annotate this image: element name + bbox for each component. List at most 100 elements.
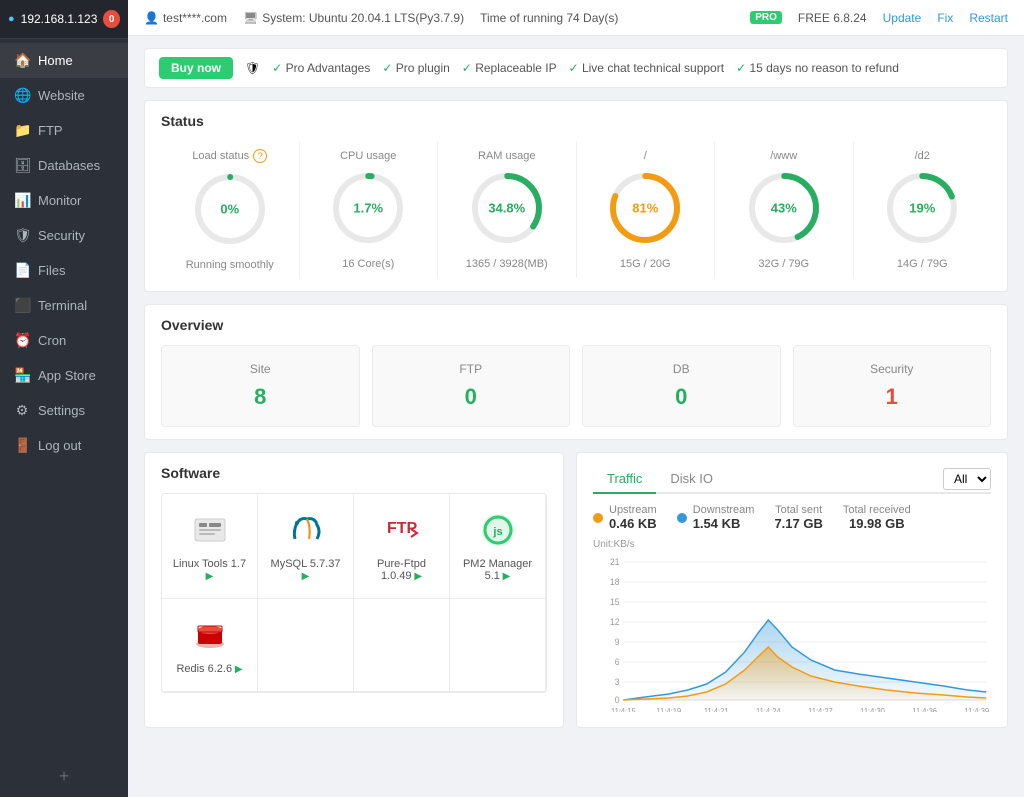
sidebar-item-monitor[interactable]: 📊Monitor [0,183,128,218]
svg-text:11:4:30: 11:4:30 [860,707,885,712]
sidebar-label-0: Home [38,53,73,68]
sidebar-item-files[interactable]: 📄Files [0,253,128,288]
sidebar-item-cron[interactable]: ⏰Cron [0,323,128,358]
svg-text:11:4:15: 11:4:15 [611,707,636,712]
svg-text:FTP: FTP [387,520,418,537]
software-title: Software [161,465,547,481]
legend-upstream: Upstream 0.46 KB [593,504,657,531]
donut-wrap: 0% [190,169,270,249]
overview-card-security[interactable]: Security 1 [793,345,992,427]
downstream-label: Downstream [693,504,755,516]
sidebar-icon-11: 🚪 [14,437,30,454]
status-label: /www [770,150,797,162]
svg-text:11:4:24: 11:4:24 [756,707,781,712]
sidebar-label-9: App Store [38,368,96,383]
svg-text:15: 15 [610,597,620,607]
sidebar-add-button[interactable]: + [0,756,128,797]
sidebar-item-security[interactable]: 🛡Security [0,218,128,253]
buy-now-button[interactable]: Buy now [159,57,233,79]
software-name: Redis 6.2.6 ▶ [176,663,242,675]
overview-title: Overview [161,317,991,333]
traffic-section: Traffic Disk IO All Upstream 0.46 KB [576,452,1008,728]
software-cell[interactable]: FTP Pure-Ftpd 1.0.49 ▶ [354,494,450,599]
donut-value: 43% [771,201,797,216]
donut-wrap: 1.7% [328,168,408,248]
upstream-label: Upstream [609,504,657,516]
sidebar-nav: 🏠Home🌐Website📁FTP🗄Databases📊Monitor🛡Secu… [0,39,128,756]
tab-diskio[interactable]: Disk IO [656,465,727,494]
sidebar-item-ftp[interactable]: 📁FTP [0,113,128,148]
sidebar-item-website[interactable]: 🌐Website [0,78,128,113]
software-name: Pure-Ftpd 1.0.49 ▶ [362,558,441,582]
topbar-user: 👤 test****.com [144,11,227,25]
overview-card-ftp[interactable]: FTP0 [372,345,571,427]
donut-wrap: 81% [605,168,685,248]
software-cell [258,599,354,692]
svg-text:18: 18 [610,577,620,587]
restart-link[interactable]: Restart [969,11,1008,25]
software-cell[interactable]: Redis 6.2.6 ▶ [162,599,258,692]
overview-section: Overview Site8FTP0DB0 Security 1 [144,304,1008,440]
traffic-chart: 21 18 15 12 9 6 3 0 [593,552,991,712]
status-label: RAM usage [478,150,535,162]
sidebar-item-home[interactable]: 🏠Home [0,43,128,78]
sidebar-icon-6: 📄 [14,262,30,279]
card-value: 1 [810,384,975,410]
donut-wrap: 34.8% [467,168,547,248]
traffic-filter-select[interactable]: All [943,468,991,490]
fix-link[interactable]: Fix [937,11,953,25]
svg-text:9: 9 [615,637,620,647]
status-title: Status [161,113,991,129]
pro-icon: 🛡 [245,61,260,75]
overview-card-site[interactable]: Site8 [161,345,360,427]
sidebar-label-4: Monitor [38,193,81,208]
software-name: Linux Tools 1.7 ▶ [170,558,249,582]
pro-advantage-1: Pro Advantages [272,61,370,75]
software-cell [450,599,546,692]
sidebar-icon-5: 🛡 [14,227,30,244]
info-icon[interactable]: ? [253,149,267,163]
sidebar-item-log-out[interactable]: 🚪Log out [0,428,128,463]
topbar: 👤 test****.com 🖥 System: Ubuntu 20.04.1 … [128,0,1024,36]
legend-downstream: Downstream 1.54 KB [677,504,755,531]
status-sublabel: 16 Core(s) [342,258,394,270]
sidebar-icon-7: ⬛ [14,297,30,314]
chart-unit-label: Unit:KB/s [593,539,991,550]
user-icon: 👤 [144,11,159,25]
sidebar-item-settings[interactable]: ⚙Settings [0,393,128,428]
donut-value: 1.7% [353,201,383,216]
status-label: CPU usage [340,150,396,162]
status-label: /d2 [915,150,930,162]
sidebar-item-databases[interactable]: 🗄Databases [0,148,128,183]
content-area: Buy now 🛡 Pro Advantages Pro plugin Repl… [128,36,1024,797]
overview-card-db[interactable]: DB0 [582,345,781,427]
svg-text:12: 12 [610,617,620,627]
status-label: / [644,150,647,162]
software-icon-pm2: js [478,510,518,550]
sidebar-item-terminal[interactable]: ⬛Terminal [0,288,128,323]
software-cell[interactable]: Linux Tools 1.7 ▶ [162,494,258,599]
status-item: /d2 19% 14G / 79G [853,142,992,278]
status-row: Load status? 0% Running smoothly CPU usa… [161,141,991,279]
software-icon-mysql [286,510,326,550]
status-sublabel: Running smoothly [186,259,274,271]
svg-text:11:4:21: 11:4:21 [704,707,729,712]
sidebar-header: ● 192.168.1.123 0 [0,0,128,39]
legend-total-sent: Total sent 7.17 GB [774,504,822,531]
card-label: Security [810,362,975,376]
status-label: Load status? [192,149,267,163]
pro-advantage-3: Replaceable IP [462,61,557,75]
sidebar-item-app-store[interactable]: 🏪App Store [0,358,128,393]
svg-text:0: 0 [615,695,620,705]
software-cell[interactable]: MySQL 5.7.37 ▶ [258,494,354,599]
software-cell[interactable]: jsPM2 Manager 5.1 ▶ [450,494,546,599]
update-link[interactable]: Update [883,11,922,25]
sidebar-icon-2: 📁 [14,122,30,139]
pro-advantage-4: Live chat technical support [569,61,724,75]
software-icon-linuxtools [190,510,230,550]
sidebar: ● 192.168.1.123 0 🏠Home🌐Website📁FTP🗄Data… [0,0,128,797]
downstream-dot [677,513,687,523]
tab-traffic[interactable]: Traffic [593,465,656,494]
status-sublabel: 32G / 79G [758,258,809,270]
status-section: Status Load status? 0% Running smoothly … [144,100,1008,292]
